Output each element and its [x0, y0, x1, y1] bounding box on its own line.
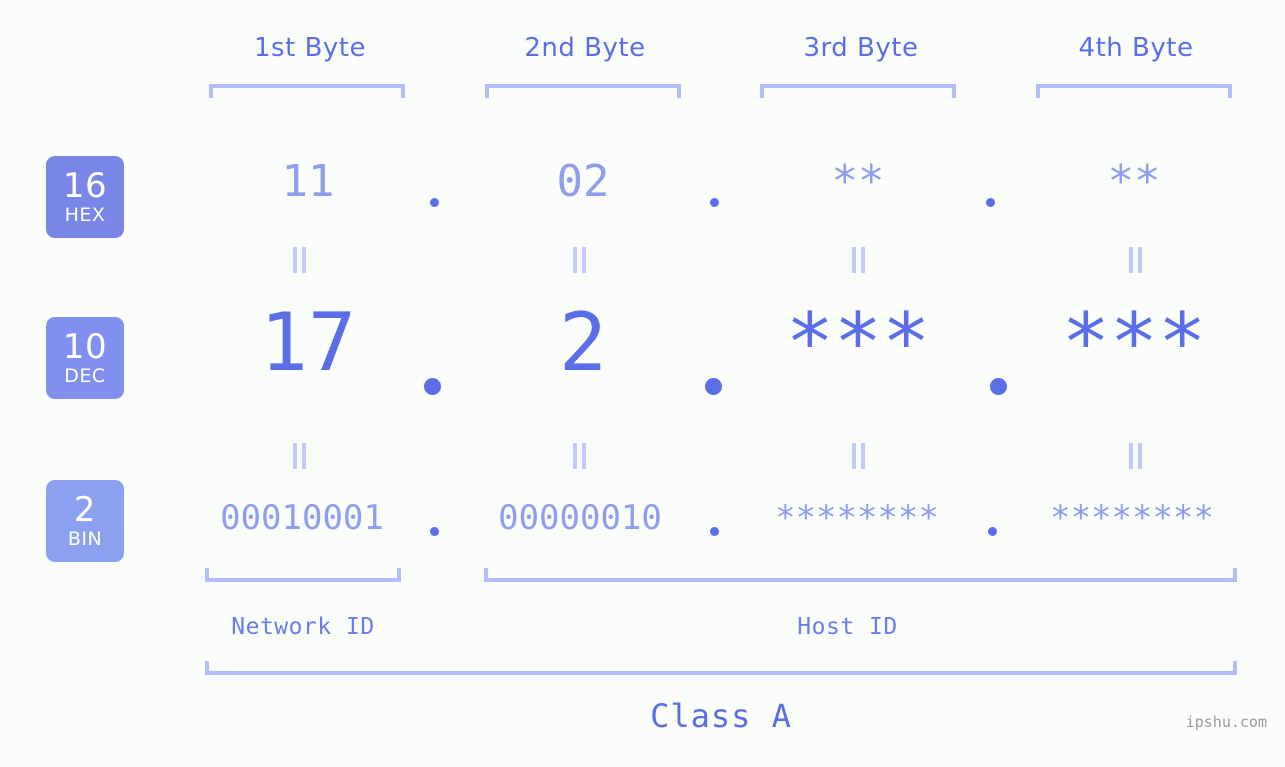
class-bracket [205, 661, 1237, 675]
ip-address-diagram: 1st Byte 2nd Byte 3rd Byte 4th Byte 16 H… [0, 0, 1285, 767]
network-id-bracket [205, 568, 401, 582]
hex-byte-2: 02 [556, 156, 610, 207]
bin-byte-4: ******** [1050, 498, 1214, 538]
hex-byte-1: 11 [281, 156, 335, 207]
dec-byte-1: 17 [259, 296, 357, 389]
base-badge-hex[interactable]: 16 HEX [46, 156, 124, 238]
equals-icon-dec-bin-1 [291, 443, 309, 469]
base-badge-dec-name: DEC [64, 365, 106, 387]
equals-icon-hex-dec-2 [571, 247, 589, 273]
dec-byte-4: *** [1061, 296, 1207, 389]
equals-icon-hex-dec-4 [1127, 247, 1145, 273]
base-badge-hex-number: 16 [62, 166, 108, 206]
byte-header-4: 4th Byte [1078, 33, 1194, 63]
hex-separator-dot-1 [430, 198, 439, 207]
dec-separator-dot-2 [705, 378, 722, 395]
base-badge-dec-number: 10 [62, 327, 108, 367]
base-badge-bin-number: 2 [73, 490, 97, 530]
hex-byte-4: ** [1107, 156, 1161, 207]
dec-byte-3: *** [785, 296, 931, 389]
dec-separator-dot-3 [990, 378, 1007, 395]
byte-bracket-4 [1036, 84, 1232, 98]
byte-header-2: 2nd Byte [524, 33, 646, 63]
bin-separator-dot-3 [988, 527, 997, 536]
class-label: Class A [650, 697, 792, 735]
hex-byte-3: ** [831, 156, 885, 207]
hex-separator-dot-2 [710, 198, 719, 207]
byte-bracket-1 [209, 84, 405, 98]
byte-header-1: 1st Byte [254, 33, 366, 63]
dec-byte-2: 2 [558, 296, 608, 389]
network-id-label: Network ID [231, 614, 375, 640]
equals-icon-hex-dec-1 [291, 247, 309, 273]
dec-separator-dot-1 [424, 378, 441, 395]
byte-bracket-3 [760, 84, 956, 98]
equals-icon-dec-bin-3 [850, 443, 868, 469]
hex-separator-dot-3 [986, 198, 995, 207]
base-badge-bin-name: BIN [67, 528, 103, 550]
byte-bracket-2 [485, 84, 681, 98]
bin-byte-2: 00000010 [498, 498, 662, 538]
host-id-bracket [484, 568, 1237, 582]
host-id-label: Host ID [797, 614, 898, 640]
equals-icon-hex-dec-3 [850, 247, 868, 273]
bin-separator-dot-1 [430, 527, 439, 536]
watermark: ipshu.com [1185, 713, 1267, 731]
equals-icon-dec-bin-4 [1127, 443, 1145, 469]
base-badge-bin[interactable]: 2 BIN [46, 480, 124, 562]
base-badge-hex-name: HEX [64, 204, 106, 226]
bin-byte-1: 00010001 [220, 498, 384, 538]
byte-header-3: 3rd Byte [803, 33, 919, 63]
equals-icon-dec-bin-2 [571, 443, 589, 469]
base-badge-dec[interactable]: 10 DEC [46, 317, 124, 399]
bin-byte-3: ******** [775, 498, 939, 538]
bin-separator-dot-2 [710, 527, 719, 536]
